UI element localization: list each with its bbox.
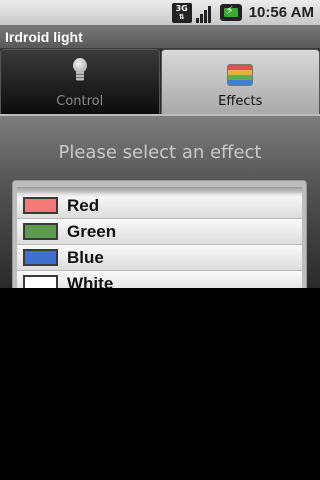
tab-bar: Control Effects bbox=[0, 49, 320, 114]
effects-panel: Please select an effect White Blue Green Re… bbox=[0, 114, 320, 290]
effect-label: Red bbox=[67, 195, 100, 215]
effect-label: Blue bbox=[67, 247, 104, 267]
color-stripes-icon bbox=[227, 64, 254, 86]
effects-list[interactable]: White Blue Green Red bbox=[12, 180, 307, 290]
color-swatch bbox=[23, 197, 58, 214]
lightbulb-icon bbox=[70, 58, 90, 86]
tab-effects-label: Effects bbox=[218, 94, 263, 109]
tab-control-label: Control bbox=[56, 94, 104, 109]
empty-screen-area bbox=[0, 288, 320, 480]
network-type-label: 3G bbox=[175, 3, 188, 13]
stripe-3 bbox=[228, 80, 253, 85]
effect-item-red[interactable]: Red bbox=[17, 193, 302, 219]
signal-icon bbox=[195, 3, 216, 23]
battery-charging-icon bbox=[219, 4, 242, 21]
effect-label: Green bbox=[67, 221, 117, 241]
status-bar: 3G ⇅ 10:56 AM bbox=[0, 0, 320, 25]
effects-list-viewport: White Blue Green Red bbox=[17, 187, 302, 289]
select-effect-prompt: Please select an effect bbox=[58, 142, 262, 163]
status-time: 10:56 AM bbox=[248, 4, 314, 21]
tab-effects[interactable]: Effects bbox=[160, 49, 320, 114]
effect-item-green[interactable]: Green bbox=[17, 219, 302, 245]
color-swatch bbox=[23, 223, 58, 240]
app-title: Irdroid light bbox=[0, 25, 320, 49]
tab-control[interactable]: Control bbox=[0, 49, 160, 114]
data-arrows-glyph: ⇅ bbox=[178, 12, 185, 21]
network-3g-icon: 3G ⇅ bbox=[171, 2, 192, 23]
effect-item-blue[interactable]: Blue bbox=[17, 245, 302, 271]
color-swatch bbox=[23, 249, 58, 266]
